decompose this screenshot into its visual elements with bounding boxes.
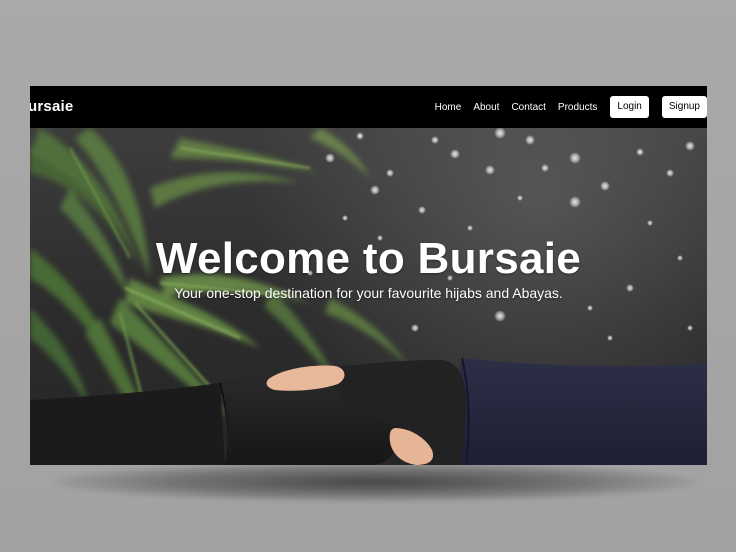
nav-links: Home About Contact Products Login Signup bbox=[435, 96, 707, 118]
hero-section: Welcome to Bursaie Your one-stop destina… bbox=[30, 128, 707, 465]
nav-link-contact[interactable]: Contact bbox=[511, 102, 545, 113]
hero-title: Welcome to Bursaie bbox=[155, 234, 582, 283]
navbar: ursaie Home About Contact Products Login… bbox=[30, 86, 707, 128]
login-button[interactable]: Login bbox=[610, 96, 649, 118]
screen-shadow bbox=[55, 462, 695, 502]
hero-subtitle: Your one-stop destination for your favou… bbox=[174, 285, 563, 301]
nav-link-home[interactable]: Home bbox=[435, 102, 462, 113]
navy-sleeve-arm bbox=[456, 357, 707, 465]
nav-link-products[interactable]: Products bbox=[558, 102, 597, 113]
nav-link-about[interactable]: About bbox=[473, 102, 499, 113]
signup-button[interactable]: Signup bbox=[661, 96, 707, 118]
website-screenshot: ursaie Home About Contact Products Login… bbox=[30, 86, 707, 465]
brand-logo[interactable]: ursaie bbox=[30, 98, 73, 115]
presentation-stage: ursaie Home About Contact Products Login… bbox=[0, 0, 736, 552]
